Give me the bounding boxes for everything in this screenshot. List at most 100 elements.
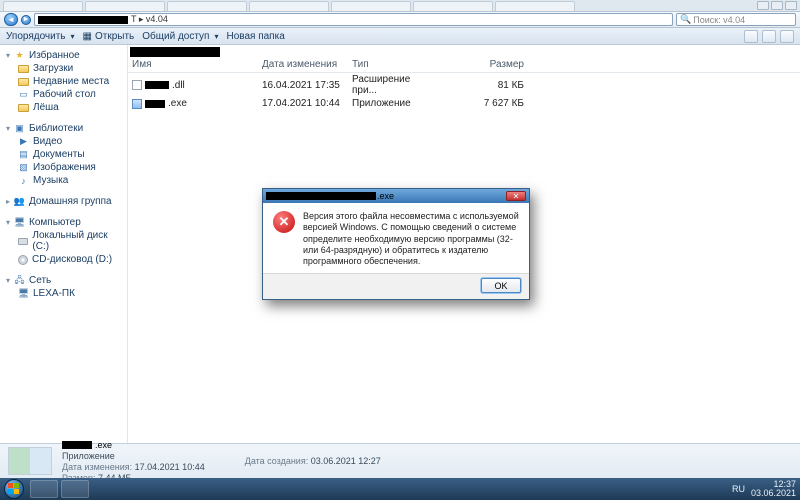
details-filename: .exe	[62, 440, 205, 450]
browser-tab[interactable]	[331, 1, 411, 11]
window-minimize-button[interactable]	[757, 1, 769, 10]
details-modified: Дата изменения: 17.04.2021 10:44	[62, 462, 205, 472]
file-size: 7 627 КБ	[438, 97, 528, 110]
file-type: Приложение	[348, 97, 438, 110]
details-pane: .exe Приложение Дата изменения: 17.04.20…	[0, 443, 800, 478]
search-placeholder: Поиск: v4.04	[693, 15, 745, 25]
sidebar-item-videos[interactable]: ▶Видео	[0, 135, 127, 148]
redacted-title	[266, 192, 376, 200]
drive-icon	[18, 238, 28, 245]
col-size[interactable]: Размер	[438, 57, 528, 72]
file-icon	[132, 80, 142, 90]
sidebar-computer-head[interactable]: ▾🖥Компьютер	[0, 216, 127, 229]
share-button[interactable]: Общий доступ	[142, 31, 218, 42]
col-type[interactable]: Тип	[348, 57, 438, 72]
open-icon: ▦	[83, 31, 92, 42]
window-close-button[interactable]	[785, 1, 797, 10]
video-icon: ▶	[18, 136, 29, 147]
file-date: 17.04.2021 10:44	[258, 97, 348, 110]
browser-tab[interactable]	[167, 1, 247, 11]
folder-icon	[18, 65, 29, 73]
sidebar-item-downloads[interactable]: Загрузки	[0, 62, 127, 75]
help-button[interactable]	[780, 30, 794, 43]
music-icon: ♪	[18, 175, 29, 186]
file-type: Расширение при...	[348, 73, 438, 97]
sidebar-network-head[interactable]: ▾🖧Сеть	[0, 274, 127, 287]
sidebar-favorites-head[interactable]: ▾★Избранное	[0, 49, 127, 62]
file-ext: .exe	[168, 98, 187, 109]
dialog-titlebar[interactable]: .exe ✕	[263, 189, 529, 203]
sidebar-item-lexa-pc[interactable]: 🖥LEXA-ПК	[0, 287, 127, 300]
browser-tab[interactable]	[85, 1, 165, 11]
file-row[interactable]: .exe 17.04.2021 10:44Приложение7 627 КБ	[128, 97, 800, 110]
browser-tab[interactable]	[413, 1, 493, 11]
sidebar-item-lesha[interactable]: Лёша	[0, 101, 127, 114]
sidebar-item-documents[interactable]: ▤Документы	[0, 148, 127, 161]
col-name[interactable]: Имя	[128, 57, 258, 72]
view-options-button[interactable]	[744, 30, 758, 43]
folder-icon	[18, 104, 29, 112]
computer-icon: 🖥	[18, 288, 29, 299]
library-icon: ▣	[14, 123, 25, 134]
sidebar-item-drive-d[interactable]: CD-дисковод (D:)	[0, 253, 127, 266]
document-icon: ▤	[18, 149, 29, 160]
preview-pane-button[interactable]	[762, 30, 776, 43]
sidebar-item-music[interactable]: ♪Музыка	[0, 174, 127, 187]
taskbar: RU 12:37 03.06.2021	[0, 478, 800, 500]
nav-sidebar: ▾★Избранное Загрузки Недавние места ▭Раб…	[0, 45, 128, 443]
error-message: Версия этого файла несовместима с исполь…	[303, 211, 519, 267]
error-icon: ✕	[273, 211, 295, 233]
sidebar-libraries-head[interactable]: ▾▣Библиотеки	[0, 122, 127, 135]
redacted-filename	[145, 81, 169, 89]
column-headers: Имя Дата изменения Тип Размер	[128, 57, 800, 73]
desktop-icon: ▭	[18, 89, 29, 100]
folder-icon	[18, 78, 29, 86]
explorer-nav-bar: ◄ ► T ▸ v4.04 🔍 Поиск: v4.04	[0, 12, 800, 28]
organize-button[interactable]: Упорядочить	[6, 31, 75, 42]
file-icon	[132, 99, 142, 109]
tray-lang[interactable]: RU	[732, 484, 745, 494]
file-row[interactable]: .dll 16.04.2021 17:35Расширение при...81 …	[128, 73, 800, 97]
start-button[interactable]	[4, 479, 24, 499]
ok-button[interactable]: OK	[481, 278, 521, 293]
search-icon: 🔍	[680, 14, 691, 25]
breadcrumb-tail: T ▸ v4.04	[131, 14, 168, 25]
file-date: 16.04.2021 17:35	[258, 79, 348, 92]
taskbar-item[interactable]	[61, 480, 89, 498]
taskbar-item[interactable]	[30, 480, 58, 498]
forward-button[interactable]: ►	[21, 15, 31, 25]
network-icon: 🖧	[14, 275, 25, 286]
new-folder-button[interactable]: Новая папка	[226, 31, 284, 42]
open-button[interactable]: ▦Открыть	[83, 31, 135, 42]
chevron-right-icon: ▸	[6, 197, 10, 206]
window-maximize-button[interactable]	[771, 1, 783, 10]
computer-icon: 🖥	[14, 217, 25, 228]
star-icon: ★	[14, 50, 25, 61]
windows-logo-icon	[8, 483, 20, 495]
chevron-down-icon: ▾	[6, 218, 10, 227]
browser-tab[interactable]	[3, 1, 83, 11]
sidebar-homegroup-head[interactable]: ▸👥Домашняя группа	[0, 195, 127, 208]
sidebar-item-pictures[interactable]: ▧Изображения	[0, 161, 127, 174]
address-breadcrumb[interactable]: T ▸ v4.04	[34, 13, 673, 26]
search-input[interactable]: 🔍 Поиск: v4.04	[676, 13, 796, 26]
redacted-header	[130, 47, 220, 57]
chevron-down-icon: ▾	[6, 276, 10, 285]
file-size: 81 КБ	[438, 79, 528, 92]
sidebar-item-drive-c[interactable]: Локальный диск (C:)	[0, 229, 127, 253]
details-kind: Приложение	[62, 451, 205, 461]
browser-tab[interactable]	[495, 1, 575, 11]
redacted-filename	[145, 100, 165, 108]
sidebar-item-desktop[interactable]: ▭Рабочий стол	[0, 88, 127, 101]
back-button[interactable]: ◄	[4, 13, 18, 26]
file-ext: .dll	[172, 80, 185, 91]
tray-clock[interactable]: 12:37 03.06.2021	[751, 480, 796, 498]
chevron-down-icon: ▾	[6, 124, 10, 133]
dialog-close-button[interactable]: ✕	[506, 191, 526, 201]
explorer-toolbar: Упорядочить ▦Открыть Общий доступ Новая …	[0, 28, 800, 45]
cd-icon	[18, 255, 28, 265]
sidebar-item-recent[interactable]: Недавние места	[0, 75, 127, 88]
details-created: Дата создания: 03.06.2021 12:27	[245, 456, 381, 466]
col-date[interactable]: Дата изменения	[258, 57, 348, 72]
browser-tab[interactable]	[249, 1, 329, 11]
